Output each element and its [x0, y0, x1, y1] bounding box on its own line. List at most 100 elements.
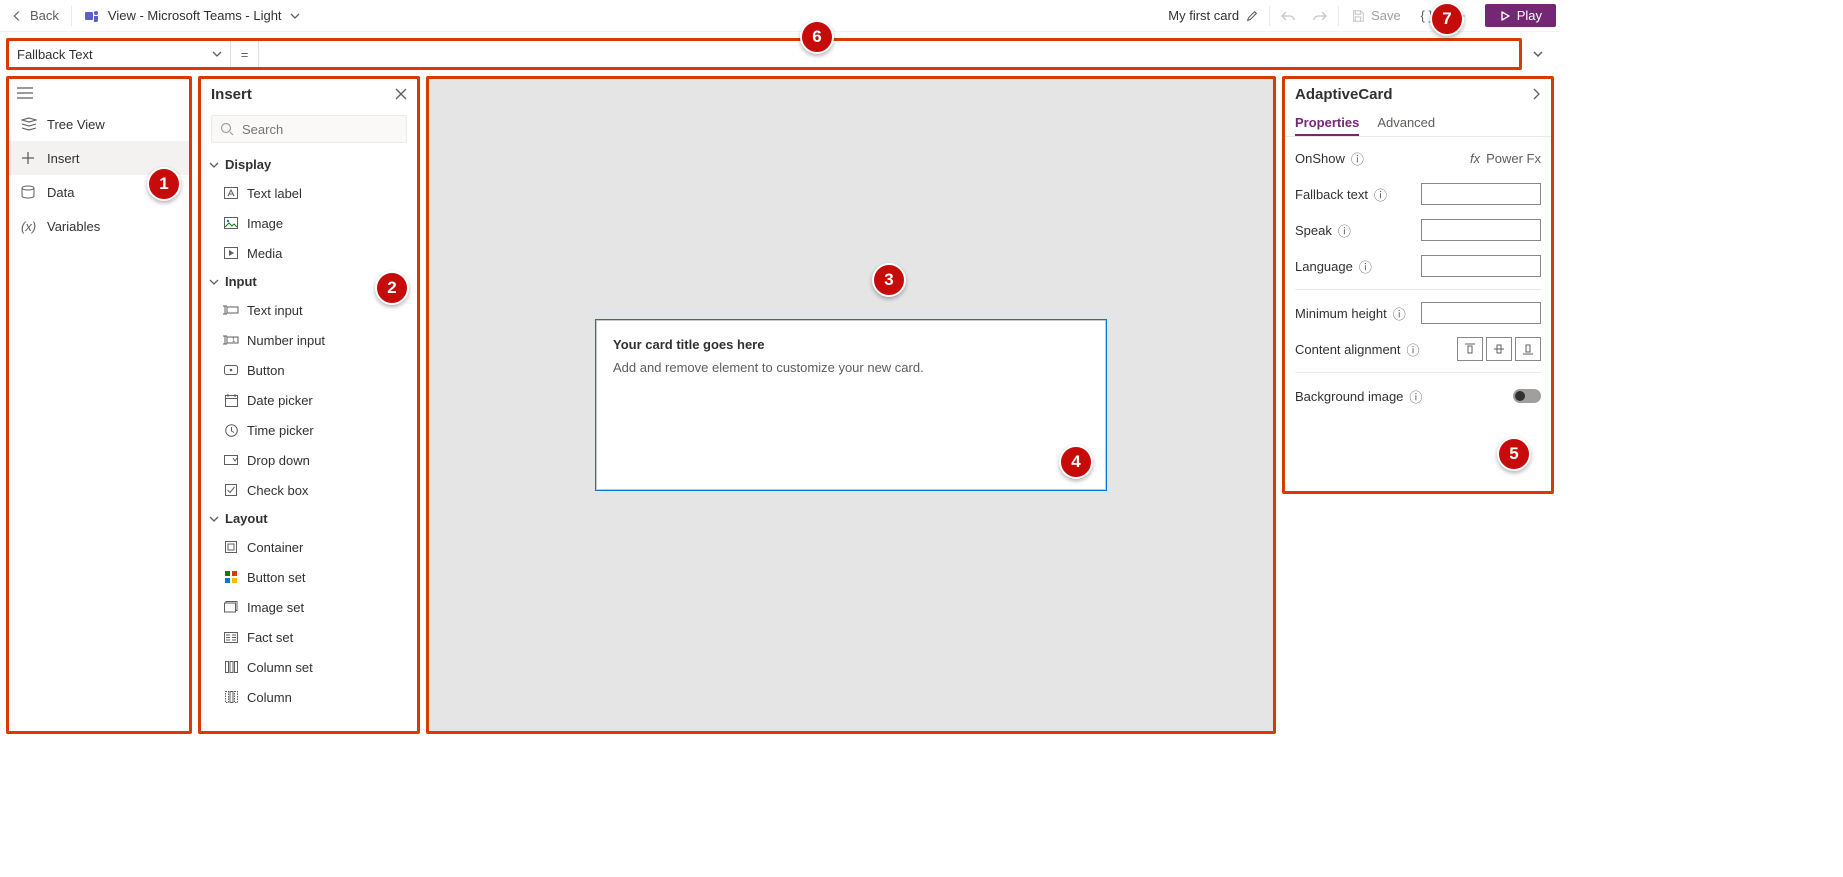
- fallback-text-input[interactable]: [1421, 183, 1541, 205]
- ctrl-image[interactable]: Image: [201, 208, 417, 238]
- prop-fallback-text: Fallback text ⓘ: [1295, 177, 1541, 211]
- speak-input[interactable]: [1421, 219, 1541, 241]
- card-body: Add and remove element to customize your…: [613, 360, 1089, 375]
- group-display[interactable]: Display: [201, 151, 417, 178]
- divider: [71, 6, 72, 26]
- ctrl-fact-set[interactable]: Fact set: [201, 622, 417, 652]
- ctrl-dropdown[interactable]: Drop down: [201, 445, 417, 475]
- dropdown-icon: [223, 455, 239, 465]
- save-label: Save: [1371, 8, 1401, 23]
- ctrl-image-set[interactable]: Image set: [201, 592, 417, 622]
- checkbox-icon: [223, 484, 239, 496]
- chevron-right-icon[interactable]: [1531, 88, 1541, 100]
- chevron-down-icon: [290, 11, 300, 21]
- nav-tree-view[interactable]: Tree View: [9, 107, 189, 141]
- leftnav-header: [9, 79, 189, 107]
- properties-tabs: Properties Advanced: [1285, 109, 1551, 137]
- chevron-down-icon: [209, 160, 219, 170]
- min-height-input[interactable]: [1421, 302, 1541, 324]
- formula-input[interactable]: [259, 41, 1519, 67]
- buttonset-icon: [223, 571, 239, 583]
- play-label: Play: [1517, 8, 1542, 23]
- language-input[interactable]: [1421, 255, 1541, 277]
- save-button[interactable]: Save: [1343, 6, 1409, 25]
- undo-button[interactable]: [1274, 4, 1302, 28]
- back-button[interactable]: Back: [4, 6, 65, 25]
- ctrl-time-picker[interactable]: Time picker: [201, 415, 417, 445]
- formula-bar: Fallback Text =: [6, 38, 1522, 70]
- prop-label: Speak: [1295, 223, 1332, 238]
- group-label: Layout: [225, 511, 268, 526]
- align-bottom-button[interactable]: [1515, 337, 1541, 361]
- adaptive-card-preview[interactable]: Your card title goes here Add and remove…: [596, 320, 1106, 490]
- info-icon[interactable]: ⓘ: [1351, 149, 1364, 168]
- ctrl-label: Text input: [247, 303, 303, 318]
- ctrl-column[interactable]: Column: [201, 682, 417, 712]
- container-icon: [223, 541, 239, 553]
- info-icon[interactable]: ⓘ: [1359, 257, 1372, 276]
- nav-variables[interactable]: (x) Variables: [9, 209, 189, 243]
- ctrl-checkbox[interactable]: Check box: [201, 475, 417, 505]
- topbar-left: Back View - Microsoft Teams - Light: [4, 6, 306, 26]
- ctrl-label: Column: [247, 690, 292, 705]
- button-icon: [223, 365, 239, 375]
- factset-icon: [223, 632, 239, 643]
- prop-min-height: Minimum heightⓘ: [1295, 296, 1541, 330]
- ctrl-date-picker[interactable]: Date picker: [201, 385, 417, 415]
- view-selector[interactable]: View - Microsoft Teams - Light: [78, 6, 306, 26]
- ctrl-label: Check box: [247, 483, 308, 498]
- ctrl-media[interactable]: Media: [201, 238, 417, 268]
- chevron-down-icon: [209, 277, 219, 287]
- info-icon[interactable]: ⓘ: [1338, 221, 1351, 240]
- info-icon[interactable]: ⓘ: [1374, 185, 1387, 204]
- close-icon[interactable]: [395, 88, 407, 100]
- ctrl-label: Container: [247, 540, 303, 555]
- info-icon[interactable]: ⓘ: [1393, 304, 1406, 323]
- align-top-button[interactable]: [1457, 337, 1483, 361]
- properties-title: AdaptiveCard: [1295, 86, 1393, 103]
- prop-fx-value[interactable]: fxPower Fx: [1470, 151, 1541, 166]
- align-middle-button[interactable]: [1486, 337, 1512, 361]
- callout-2: 2: [375, 271, 409, 305]
- imageset-icon: [223, 601, 239, 613]
- insert-search-input[interactable]: [242, 122, 418, 137]
- workarea: Tree View Insert Data (x) Variables 1 In…: [0, 70, 1560, 740]
- divider: [1338, 6, 1339, 26]
- prop-label: Fallback text: [1295, 187, 1368, 202]
- insert-search[interactable]: [211, 115, 407, 143]
- ctrl-container[interactable]: Container: [201, 532, 417, 562]
- expand-formula-button[interactable]: [1526, 42, 1550, 66]
- ctrl-label: Date picker: [247, 393, 313, 408]
- insert-title: Insert: [211, 86, 252, 103]
- ctrl-button-set[interactable]: Button set: [201, 562, 417, 592]
- info-icon[interactable]: ⓘ: [1409, 387, 1422, 406]
- group-label: Input: [225, 274, 257, 289]
- prop-label: OnShow: [1295, 151, 1345, 166]
- redo-button[interactable]: [1306, 4, 1334, 28]
- topbar-right: My first card Save { } Play: [1162, 4, 1556, 28]
- ctrl-number-input[interactable]: 1Number input: [201, 325, 417, 355]
- tab-properties[interactable]: Properties: [1295, 109, 1359, 136]
- text-input-icon: [223, 305, 239, 315]
- ctrl-column-set[interactable]: Column set: [201, 652, 417, 682]
- ctrl-button[interactable]: Button: [201, 355, 417, 385]
- hamburger-icon[interactable]: [17, 87, 33, 99]
- plus-icon: [21, 151, 37, 165]
- canvas[interactable]: 3 Your card title goes here Add and remo…: [426, 76, 1276, 734]
- tab-advanced[interactable]: Advanced: [1377, 109, 1435, 136]
- insert-panel: Insert Display Text label Image Media In…: [198, 76, 420, 734]
- play-button[interactable]: Play: [1485, 4, 1556, 27]
- ctrl-label: Image set: [247, 600, 304, 615]
- ctrl-label: Fact set: [247, 630, 293, 645]
- ctrl-label: Time picker: [247, 423, 314, 438]
- group-layout[interactable]: Layout: [201, 505, 417, 532]
- textlabel-icon: [223, 187, 239, 199]
- column-icon: [223, 691, 239, 703]
- property-label: Fallback Text: [17, 47, 93, 62]
- bg-image-toggle[interactable]: [1513, 389, 1541, 403]
- card-name-display[interactable]: My first card: [1162, 6, 1265, 25]
- info-icon[interactable]: ⓘ: [1407, 340, 1420, 359]
- property-selector[interactable]: Fallback Text: [9, 41, 231, 67]
- ctrl-text-label[interactable]: Text label: [201, 178, 417, 208]
- callout-4: 4: [1059, 445, 1093, 479]
